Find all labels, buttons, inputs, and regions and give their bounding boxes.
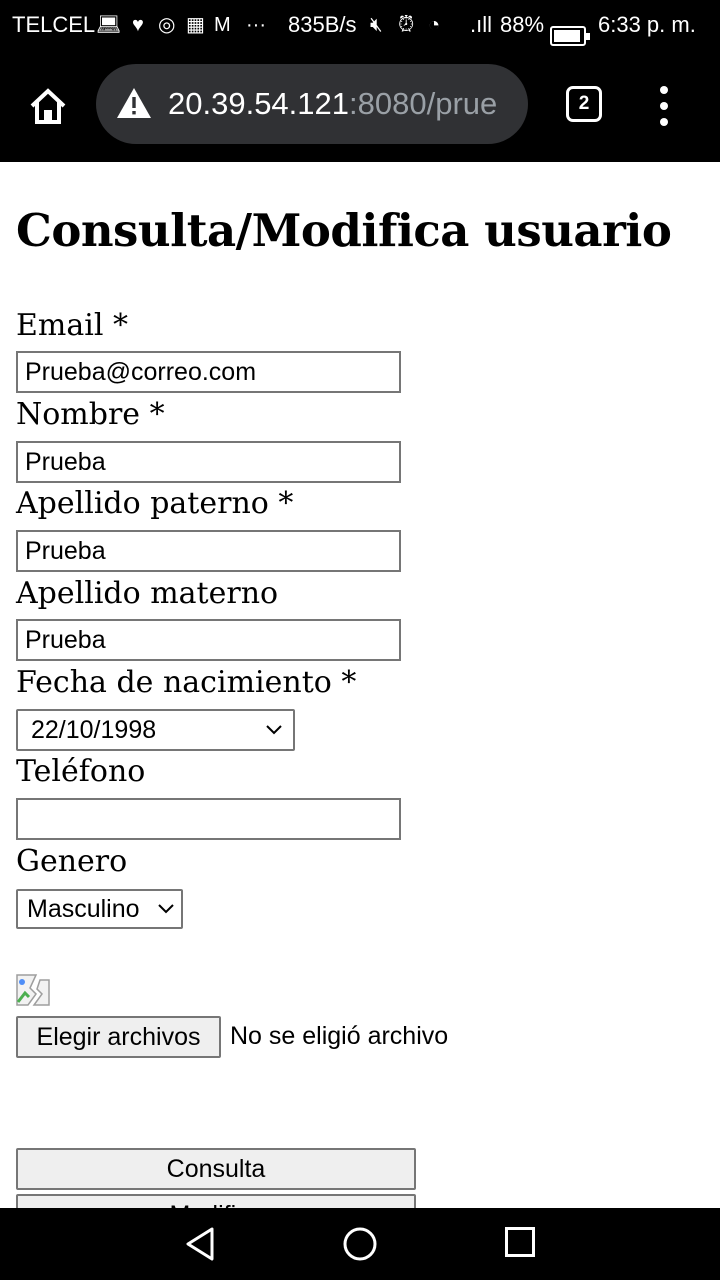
fecha-nacimiento-select[interactable]: 22/10/1998 [16, 709, 295, 751]
genero-label: Genero [16, 844, 128, 879]
wifi-icon: ◔ [428, 14, 441, 36]
modifica-button[interactable]: Modifica [16, 1194, 416, 1208]
address-bar[interactable]: 20.39.54.121:8080/prue [96, 64, 528, 144]
page-title: Consulta/Modifica usuario [16, 204, 672, 257]
url-path: :8080/prue [349, 86, 498, 121]
chevron-down-icon [158, 904, 174, 914]
notification-icons: 💻︎ [96, 12, 124, 38]
navigation-bar [0, 1208, 720, 1280]
status-bar: TELCEL 💻︎ ♥ ◎ ▦ M ··· 835B/s 🔇︎ ⏰︎ ◔ .ıl… [0, 0, 720, 50]
apellido-materno-field[interactable]: Prueba [16, 619, 401, 661]
overflow-menu-icon[interactable] [650, 86, 678, 126]
file-status: No se eligió archivo [230, 1022, 449, 1050]
calendar-icon: ▦ [186, 14, 205, 36]
consulta-button[interactable]: Consulta [16, 1148, 416, 1190]
url-text[interactable]: 20.39.54.121:8080/prue [168, 86, 497, 122]
url-host: 20.39.54.121 [168, 86, 350, 121]
email-label: Email * [16, 308, 128, 343]
email-field[interactable]: Prueba@correo.com [16, 351, 401, 393]
page-content: Consulta/Modifica usuario Email * Prueba… [0, 162, 720, 1208]
laptop-icon: 💻︎ [96, 14, 125, 36]
apellido-paterno-label: Apellido paterno * [16, 486, 294, 521]
network-speed: 835B/s [288, 12, 357, 37]
battery-percent: 88% [500, 12, 545, 37]
nombre-field[interactable]: Prueba [16, 441, 401, 483]
fecha-nacimiento-label: Fecha de nacimiento * [16, 665, 357, 700]
recents-icon[interactable] [505, 1227, 535, 1257]
genero-select[interactable]: Masculino [16, 889, 183, 929]
apellido-materno-label: Apellido materno [16, 576, 279, 611]
warning-icon[interactable] [116, 86, 152, 120]
home-icon[interactable] [26, 84, 70, 128]
signal-icon: .ıll [470, 12, 492, 37]
gmail-icon: M [214, 14, 231, 36]
whatsapp-icon: ◎ [158, 14, 176, 36]
alarm-icon: ⏰︎ [398, 13, 415, 36]
chevron-down-icon [266, 725, 282, 735]
clock: 6:33 p. m. [598, 12, 696, 37]
heart-icon: ♥ [132, 14, 144, 36]
browser-toolbar: 20.39.54.121:8080/prue 2 [0, 50, 720, 162]
carrier-label: TELCEL [12, 12, 96, 37]
telefono-label: Teléfono [16, 754, 146, 789]
telefono-field[interactable] [16, 798, 401, 840]
home-circle-icon[interactable] [342, 1226, 378, 1262]
tabs-icon[interactable]: 2 [566, 86, 602, 122]
genero-value: Masculino [27, 895, 140, 923]
more-icon: ··· [246, 14, 266, 36]
broken-image-icon [16, 974, 50, 1006]
apellido-paterno-field[interactable]: Prueba [16, 530, 401, 572]
fecha-nacimiento-value: 22/10/1998 [31, 716, 157, 744]
nombre-label: Nombre * [16, 397, 165, 432]
mute-icon: 🔇︎ [370, 14, 383, 36]
choose-file-button[interactable]: Elegir archivos [16, 1016, 221, 1058]
back-icon[interactable] [184, 1226, 216, 1262]
